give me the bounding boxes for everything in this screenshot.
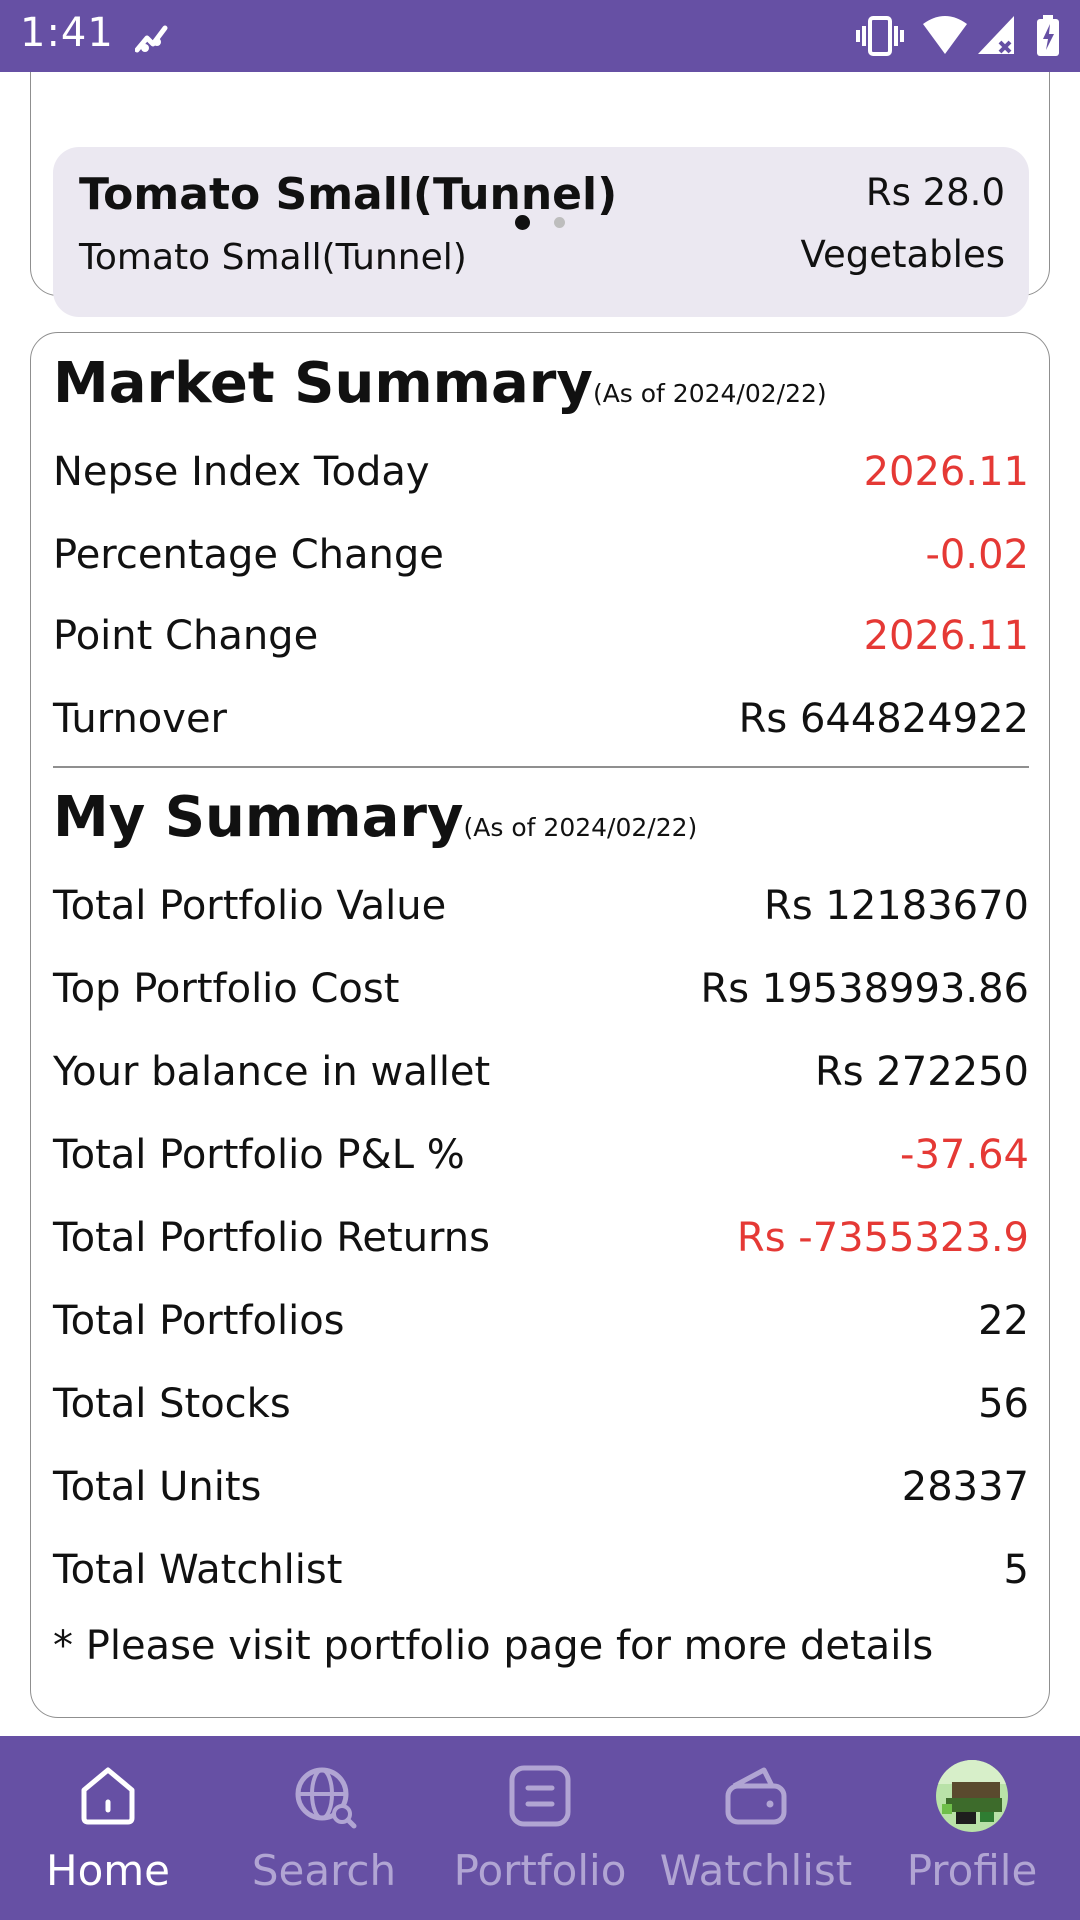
- nav-label: Profile: [906, 1846, 1038, 1895]
- summary-row: Your balance in wallet Rs 272250: [53, 1043, 1029, 1103]
- vibrate-icon: [856, 16, 904, 56]
- row-value: 2026.11: [863, 449, 1029, 495]
- nav-watchlist[interactable]: Watchlist: [648, 1736, 864, 1920]
- row-value: Rs 19538993.86: [700, 966, 1029, 1012]
- status-time: 1:41: [20, 10, 114, 56]
- summary-row: Total Portfolio Value Rs 12183670: [53, 877, 1029, 937]
- row-value: 2026.11: [863, 613, 1029, 659]
- summary-row: Total Watchlist 5: [53, 1541, 1029, 1601]
- summary-row: Total Portfolios 22: [53, 1292, 1029, 1352]
- summary-row: Total Units 28337: [53, 1458, 1029, 1518]
- row-label: Total Portfolio Value: [53, 883, 447, 929]
- summary-row: Total Portfolio P&L % -37.64: [53, 1126, 1029, 1186]
- battery-charging-icon: [1037, 15, 1059, 56]
- market-summary-heading: Market Summary: [53, 351, 593, 416]
- commodity-price: Rs 28.0: [865, 171, 1005, 214]
- summary-row: Turnover Rs 644824922: [53, 690, 1029, 750]
- summary-row: Nepse Index Today 2026.11: [53, 443, 1029, 503]
- my-summary-title: My Summary(As of 2024/02/22): [53, 785, 697, 850]
- my-summary-heading: My Summary: [53, 785, 464, 850]
- row-label: Total Portfolio P&L %: [53, 1132, 465, 1178]
- page-dot-active[interactable]: [515, 215, 530, 230]
- wallet-icon: [725, 1767, 787, 1825]
- row-label: Your balance in wallet: [53, 1049, 491, 1095]
- summary-row: Top Portfolio Cost Rs 19538993.86: [53, 960, 1029, 1020]
- portfolio-note: * Please visit portfolio page for more d…: [53, 1623, 934, 1669]
- row-label: Turnover: [53, 696, 228, 742]
- row-label: Total Watchlist: [53, 1547, 343, 1593]
- row-value: 56: [978, 1381, 1029, 1427]
- row-value: 5: [1003, 1547, 1029, 1593]
- nav-label: Portfolio: [453, 1846, 627, 1895]
- nav-label: Search: [251, 1846, 397, 1895]
- row-label: Total Portfolio Returns: [53, 1215, 490, 1261]
- row-value: Rs 272250: [814, 1049, 1029, 1095]
- row-value: 22: [978, 1298, 1029, 1344]
- bottom-navigation: Home Search Portfolio Watchlist Profile: [0, 1736, 1080, 1920]
- commodity-carousel-card[interactable]: Tomato Small(Tunnel) Tomato Small(Tunnel…: [30, 72, 1050, 317]
- summary-card: Market Summary(As of 2024/02/22) Nepse I…: [30, 332, 1050, 1718]
- nav-search[interactable]: Search: [216, 1736, 432, 1920]
- globe-search-icon: [295, 1767, 357, 1829]
- status-bar: 1:41: [0, 0, 1080, 72]
- row-value: -37.64: [900, 1132, 1029, 1178]
- summary-row: Point Change 2026.11: [53, 607, 1029, 667]
- nav-label: Watchlist: [659, 1846, 853, 1895]
- row-value: Rs 12183670: [764, 883, 1029, 929]
- nav-profile[interactable]: Profile: [864, 1736, 1080, 1920]
- market-summary-date: (As of 2024/02/22): [592, 379, 827, 408]
- row-label: Total Portfolios: [53, 1298, 345, 1344]
- row-label: Top Portfolio Cost: [53, 966, 400, 1012]
- section-divider: [53, 766, 1029, 768]
- nav-home[interactable]: Home: [0, 1736, 216, 1920]
- summary-row: Total Stocks 56: [53, 1375, 1029, 1435]
- summary-row: Percentage Change -0.02: [53, 526, 1029, 586]
- row-label: Point Change: [53, 613, 319, 659]
- row-value: Rs 644824922: [738, 696, 1029, 742]
- row-label: Total Stocks: [53, 1381, 291, 1427]
- avatar: [936, 1760, 1008, 1832]
- row-label: Percentage Change: [53, 532, 444, 578]
- scroll-content[interactable]: Tomato Small(Tunnel) Tomato Small(Tunnel…: [0, 72, 1080, 1736]
- row-value: -0.02: [925, 532, 1030, 578]
- row-label: Nepse Index Today: [53, 449, 430, 495]
- row-value: Rs -7355323.9: [736, 1215, 1029, 1261]
- wifi-icon: [923, 16, 967, 54]
- commodity-subtitle: Tomato Small(Tunnel): [79, 237, 467, 278]
- trend-icon: [135, 25, 168, 53]
- commodity-name: Tomato Small(Tunnel): [79, 169, 618, 220]
- row-label: Total Units: [53, 1464, 262, 1510]
- portfolio-icon: [509, 1765, 571, 1827]
- nav-portfolio[interactable]: Portfolio: [432, 1736, 648, 1920]
- commodity-slide[interactable]: Tomato Small(Tunnel) Tomato Small(Tunnel…: [53, 147, 1029, 317]
- signal-icon: [978, 16, 1014, 54]
- page-dot[interactable]: [554, 217, 565, 228]
- row-value: 28337: [901, 1464, 1029, 1510]
- home-icon: [81, 1767, 135, 1825]
- my-summary-date: (As of 2024/02/22): [463, 813, 698, 842]
- summary-row: Total Portfolio Returns Rs -7355323.9: [53, 1209, 1029, 1269]
- commodity-category: Vegetables: [800, 233, 1005, 276]
- market-summary-title: Market Summary(As of 2024/02/22): [53, 351, 827, 416]
- nav-label: Home: [45, 1846, 171, 1895]
